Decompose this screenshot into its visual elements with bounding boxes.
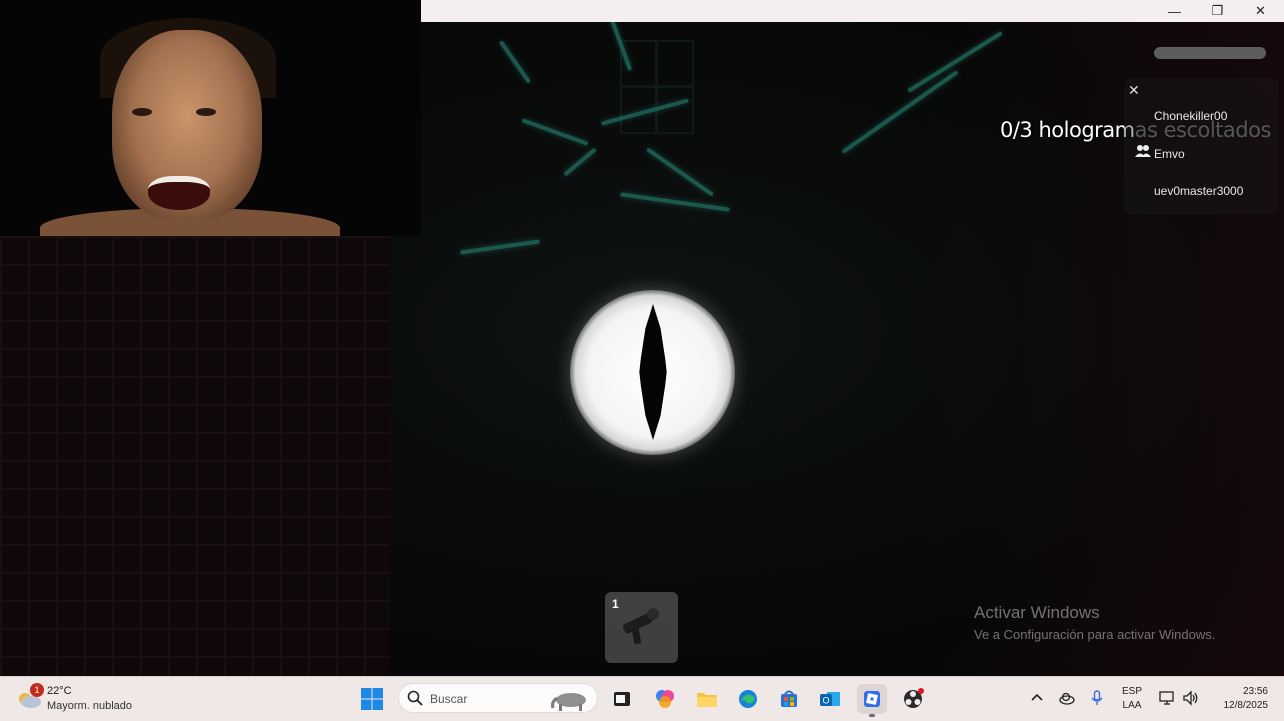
objective-counter: 0/3 hologram <box>1000 118 1135 142</box>
taskbar-app-roblox[interactable] <box>857 684 887 717</box>
network-icon[interactable] <box>1158 689 1176 707</box>
language-layout: LAA <box>1122 700 1142 711</box>
clock-date: 12/8/2025 <box>1223 700 1269 711</box>
language-indicator[interactable]: ESP LAA <box>1118 685 1146 713</box>
friends-icon <box>1135 145 1151 157</box>
system-clock[interactable]: 23:56 12/8/2025 <box>1206 685 1269 713</box>
player-item[interactable]: uev0master3000 <box>1154 184 1243 198</box>
background-door <box>620 40 694 134</box>
tiled-wall <box>0 236 390 676</box>
search-placeholder: Buscar <box>430 692 468 706</box>
player-item[interactable]: Emvo <box>1154 147 1185 161</box>
window-titlebar[interactable]: — ❐ ✕ <box>421 0 1284 22</box>
eye-pupil <box>639 304 667 440</box>
close-icon[interactable]: ✕ <box>1128 82 1140 99</box>
taskbar: 1 22°C Mayorm. nublado Buscar O ESP LAA … <box>0 676 1284 721</box>
taskbar-app-obs[interactable] <box>898 684 928 714</box>
language-code: ESP <box>1121 686 1142 697</box>
roblox-icon <box>864 691 880 707</box>
webcam-eye <box>132 108 152 116</box>
minimize-button[interactable]: — <box>1153 0 1196 22</box>
close-button[interactable]: ✕ <box>1239 0 1282 22</box>
webcam-eye <box>196 108 216 116</box>
watermark-title: Activar Windows <box>974 603 1100 622</box>
webcam-mouth <box>148 176 210 210</box>
activation-watermark: Activar Windows Ve a Configuración para … <box>974 603 1215 642</box>
active-indicator <box>869 714 875 717</box>
notification-badge: 1 <box>30 683 44 697</box>
taskbar-app-file-explorer[interactable] <box>692 684 722 714</box>
taskbar-app-outlook[interactable]: O <box>815 684 845 714</box>
maximize-button[interactable]: ❐ <box>1196 0 1239 22</box>
weather-widget[interactable]: 1 22°C Mayorm. nublado <box>14 683 164 715</box>
webcam-overlay <box>0 0 421 236</box>
terminal-icon <box>614 692 630 706</box>
copilot-icon <box>656 690 674 708</box>
creature-eye <box>570 290 735 455</box>
clock-time: 23:56 <box>1242 686 1268 697</box>
hotbar-slot-number: 1 <box>612 597 619 611</box>
microphone-icon[interactable] <box>1088 689 1106 707</box>
taskbar-app-edge[interactable] <box>733 684 763 714</box>
weather-temp: 22°C <box>47 685 72 697</box>
taskbar-app-copilot[interactable] <box>650 684 680 714</box>
hotbar-slot[interactable]: 1 <box>605 592 678 663</box>
store-icon <box>781 690 797 707</box>
flashlight-gun-icon <box>622 608 659 645</box>
search-highlight-icon <box>551 693 586 711</box>
folder-icon <box>697 693 717 707</box>
taskbar-app-terminal[interactable] <box>607 684 637 714</box>
search-icon <box>407 690 423 706</box>
player-item[interactable]: Chonekiller00 <box>1154 109 1227 123</box>
top-menu-bar[interactable] <box>1154 47 1266 59</box>
player-list: ✕ Chonekiller00 Emvo uev0master3000 <box>1124 78 1278 214</box>
weather-desc: Mayorm. nublado <box>47 700 132 712</box>
taskbar-search[interactable]: Buscar <box>398 683 598 713</box>
watermark-subtitle: Ve a Configuración para activar Windows. <box>974 627 1216 642</box>
taskbar-app-store[interactable] <box>774 684 804 714</box>
svg-text:O: O <box>822 696 829 706</box>
windows-start-button[interactable] <box>358 685 386 713</box>
obs-icon <box>904 688 924 708</box>
outlook-icon: O <box>820 692 840 706</box>
volume-icon[interactable] <box>1182 689 1200 707</box>
onedrive-icon[interactable] <box>1058 689 1076 707</box>
edge-icon <box>739 690 757 708</box>
chevron-up-icon[interactable] <box>1028 689 1046 707</box>
